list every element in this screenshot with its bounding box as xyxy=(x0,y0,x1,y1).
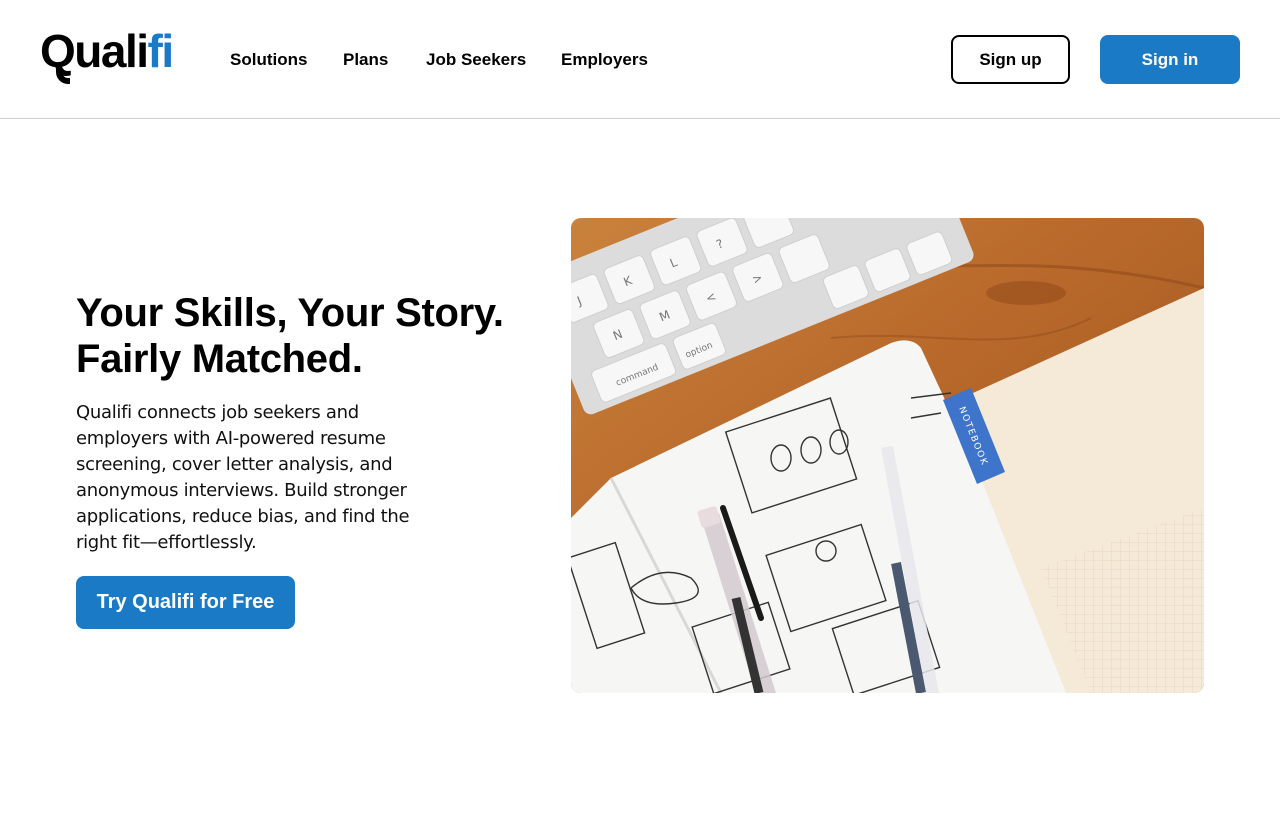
sign-in-button[interactable]: Sign in xyxy=(1100,35,1240,84)
nav-employers[interactable]: Employers xyxy=(561,50,648,70)
sign-up-button[interactable]: Sign up xyxy=(951,35,1070,84)
qualifi-logo[interactable]: Q uali fi xyxy=(40,25,175,88)
site-header: Q uali fi Solutions Plans Job Seekers Em… xyxy=(0,0,1280,119)
try-free-button[interactable]: Try Qualifi for Free xyxy=(76,576,295,629)
logo-q-mark: Q xyxy=(40,28,76,84)
hero-description: Qualifi connects job seekers and employe… xyxy=(76,402,410,553)
hero-image: J K L ? N M < > command option NOTEBOOK xyxy=(571,218,1204,693)
hero-title-line-2: Fairly Matched. xyxy=(76,337,363,381)
logo-q-tail xyxy=(56,68,70,84)
hero-title: Your Skills, Your Story. Fairly Matched. xyxy=(76,290,546,382)
hero-title-line-1: Your Skills, Your Story. xyxy=(76,291,504,335)
logo-text-main: uali xyxy=(74,25,149,77)
nav-solutions[interactable]: Solutions xyxy=(230,50,307,70)
nav-plans[interactable]: Plans xyxy=(343,50,388,70)
nav-job-seekers[interactable]: Job Seekers xyxy=(426,50,526,70)
logo-text-accent: fi xyxy=(147,25,175,77)
